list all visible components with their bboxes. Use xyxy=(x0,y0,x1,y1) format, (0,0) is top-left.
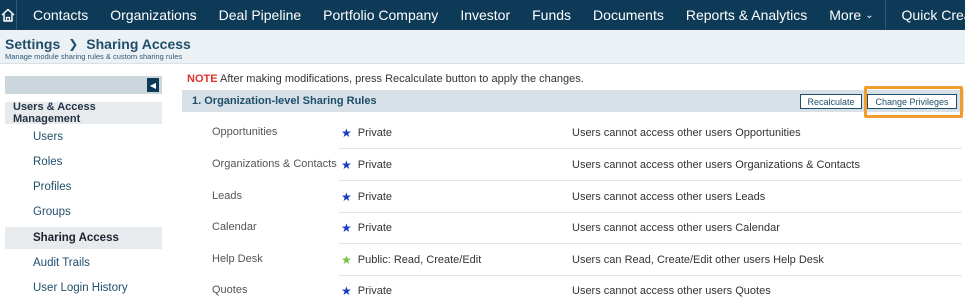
nav-organizations[interactable]: Organizations xyxy=(99,0,207,30)
sidebar-item-sharing-access[interactable]: Sharing Access xyxy=(5,227,162,249)
sharing-rule-row: Opportunities ★ Private Users cannot acc… xyxy=(182,117,962,149)
nav-funds[interactable]: Funds xyxy=(521,0,582,30)
home-icon xyxy=(1,8,15,22)
nav-investor[interactable]: Investor xyxy=(449,0,521,30)
caret-left-icon: ◀ xyxy=(149,80,157,90)
nav-more-menu[interactable]: More ⌄ xyxy=(818,0,884,30)
note-text: After making modifications, press Recalc… xyxy=(220,73,584,85)
star-icon: ★ xyxy=(341,157,352,172)
nav-contacts[interactable]: Contacts xyxy=(17,0,99,30)
nav-documents[interactable]: Documents xyxy=(582,0,675,30)
rule-access-label: Private xyxy=(357,190,393,203)
rule-access: ★ Private xyxy=(339,275,572,303)
collapse-sidebar-button[interactable]: ◀ xyxy=(147,78,159,92)
sharing-rule-row: Help Desk ★ Public: Read, Create/Edit Us… xyxy=(182,244,962,276)
star-icon: ★ xyxy=(341,220,352,235)
change-privileges-highlight xyxy=(864,86,963,118)
sidebar-item-groups[interactable]: Groups xyxy=(5,201,162,223)
rule-description: Users cannot access other users Quotes xyxy=(572,275,962,303)
nav-more-label: More xyxy=(829,7,862,23)
chevron-right-icon: ❯ xyxy=(68,37,79,51)
nav-deal-pipeline[interactable]: Deal Pipeline xyxy=(208,0,313,30)
rule-access-label: Public: Read, Create/Edit xyxy=(357,253,482,266)
quick-create-label: Quick Create xyxy=(901,7,965,23)
quick-create-menu[interactable]: Quick Create ⌄ xyxy=(886,0,965,30)
rule-module: Quotes xyxy=(212,284,248,296)
sidebar-collapse-bar: ◀ xyxy=(5,76,162,94)
page-header: Settings ❯ Sharing Access Manage module … xyxy=(0,30,965,64)
nav-portfolio-company[interactable]: Portfolio Company xyxy=(312,0,449,30)
rule-description: Users cannot access other users Opportun… xyxy=(572,117,962,149)
rule-access: ★ Private xyxy=(339,181,572,213)
sidebar-section-users-access[interactable]: Users & Access Management xyxy=(5,101,162,125)
rule-module: Opportunities xyxy=(212,126,278,138)
sidebar-item-users[interactable]: Users xyxy=(5,126,162,148)
sharing-rule-row: Calendar ★ Private Users cannot access o… xyxy=(182,212,962,244)
breadcrumb: Settings ❯ Sharing Access xyxy=(5,36,191,52)
top-navbar: Contacts Organizations Deal Pipeline Por… xyxy=(0,0,965,30)
rule-access-label: Private xyxy=(357,158,393,171)
sharing-rule-row: Organizations & Contacts ★ Private Users… xyxy=(182,149,962,181)
rule-module: Help Desk xyxy=(212,253,263,265)
rule-description: Users cannot access other users Calendar xyxy=(572,212,962,244)
breadcrumb-settings-link[interactable]: Settings xyxy=(5,36,60,52)
rule-description: Users cannot access other users Organiza… xyxy=(572,149,962,181)
home-button[interactable] xyxy=(0,0,17,30)
page-subtitle: Manage module sharing rules & custom sha… xyxy=(5,52,183,61)
sidebar-item-audit-trails[interactable]: Audit Trails xyxy=(5,252,162,274)
rule-module: Leads xyxy=(212,190,242,202)
rule-access: ★ Public: Read, Create/Edit xyxy=(339,244,572,276)
rule-access: ★ Private xyxy=(339,149,572,181)
recalculate-button[interactable]: Recalculate xyxy=(800,94,862,109)
star-icon: ★ xyxy=(341,189,352,204)
org-sharing-rules-header: 1. Organization-level Sharing Rules Reca… xyxy=(182,90,964,112)
rule-module: Organizations & Contacts xyxy=(212,158,337,170)
chevron-down-icon: ⌄ xyxy=(865,9,874,21)
recalculate-note: NOTE After making modifications, press R… xyxy=(187,73,584,85)
sidebar-item-profiles[interactable]: Profiles xyxy=(5,176,162,198)
section-title: 1. Organization-level Sharing Rules xyxy=(192,95,377,107)
page-title: Sharing Access xyxy=(86,36,191,52)
rule-access-label: Private xyxy=(357,221,393,234)
sharing-rule-row: Leads ★ Private Users cannot access othe… xyxy=(182,181,962,213)
nav-reports-analytics[interactable]: Reports & Analytics xyxy=(675,0,818,30)
sidebar-item-roles[interactable]: Roles xyxy=(5,151,162,173)
rule-access: ★ Private xyxy=(339,117,572,149)
sharing-rule-row: Quotes ★ Private Users cannot access oth… xyxy=(182,275,962,303)
star-icon: ★ xyxy=(341,283,352,298)
rule-access: ★ Private xyxy=(339,212,572,244)
rule-description: Users can Read, Create/Edit other users … xyxy=(572,244,962,276)
settings-sidebar: ◀ Users & Access Management Users Roles … xyxy=(0,64,172,303)
star-icon: ★ xyxy=(341,125,352,140)
rule-access-label: Private xyxy=(357,284,393,297)
sidebar-item-user-login-history[interactable]: User Login History xyxy=(5,277,162,299)
star-icon: ★ xyxy=(341,252,352,267)
note-label: NOTE xyxy=(187,73,218,85)
rule-module: Calendar xyxy=(212,221,257,233)
rule-description: Users cannot access other users Leads xyxy=(572,181,962,213)
rule-access-label: Private xyxy=(357,126,393,139)
